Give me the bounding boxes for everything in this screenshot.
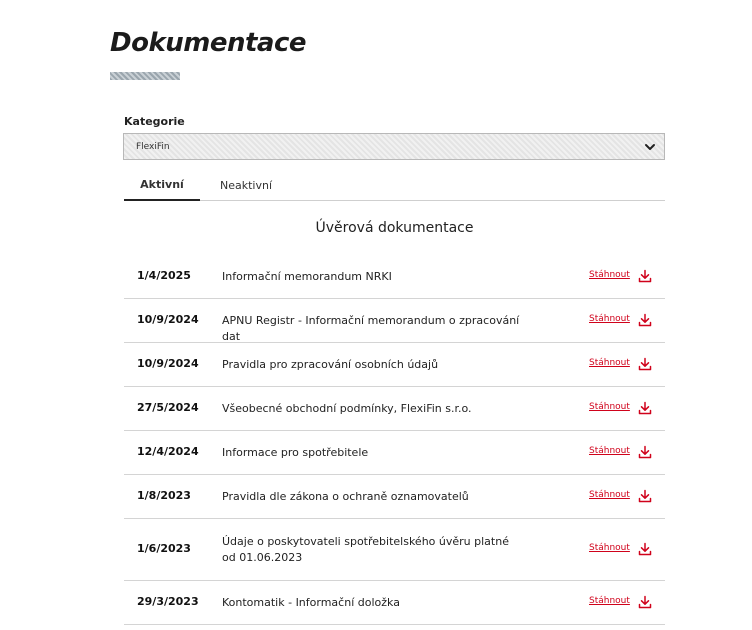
section-title: Úvěrová dokumentace [315, 220, 474, 236]
download-link[interactable]: Stáhnout [589, 446, 630, 456]
chevron-down-icon [645, 144, 655, 150]
document-row: 27/5/2024 Všeobecné obchodní podmínky, Fl… [124, 387, 665, 431]
document-date: 12/4/2024 [137, 445, 199, 458]
document-row: 29/3/2023 Kontomatik - Informační doložka… [124, 581, 665, 625]
download-link[interactable]: Stáhnout [589, 543, 630, 553]
document-name: Informace pro spotřebitele [222, 446, 369, 459]
status-tabs: Aktivní Neaktivní [124, 170, 665, 201]
tab-active[interactable]: Aktivní [124, 170, 200, 201]
download-link[interactable]: Stáhnout [589, 490, 630, 500]
document-date: 29/3/2023 [137, 595, 199, 608]
document-date: 1/8/2023 [137, 489, 191, 502]
document-name: Údaje o poskytovateli spotřebitelského ú… [222, 535, 509, 564]
document-date: 10/9/2024 [137, 357, 199, 370]
download-link[interactable]: Stáhnout [589, 270, 630, 280]
document-row: 1/6/2023 Údaje o poskytovateli spotřebite… [124, 519, 665, 581]
document-row: 10/9/2024 APNU Registr - Informační memor… [124, 299, 665, 343]
download-link[interactable]: Stáhnout [589, 358, 630, 368]
download-icon[interactable] [638, 595, 652, 609]
document-row: 1/8/2023 Pravidla dle zákona o ochraně oz… [124, 475, 665, 519]
download-link[interactable]: Stáhnout [589, 402, 630, 412]
download-icon[interactable] [638, 313, 652, 327]
category-label: Kategorie [124, 115, 185, 128]
document-row: 10/9/2024 Pravidla pro zpracování osobníc… [124, 343, 665, 387]
document-name: Informační memorandum NRKI [222, 270, 392, 283]
download-icon[interactable] [638, 489, 652, 503]
download-icon[interactable] [638, 401, 652, 415]
page-title: Dokumentace [110, 28, 307, 58]
download-link[interactable]: Stáhnout [589, 596, 630, 606]
document-date: 1/4/2025 [137, 269, 191, 282]
download-icon[interactable] [638, 357, 652, 371]
category-select[interactable]: FlexiFin [123, 133, 665, 160]
document-date: 10/9/2024 [137, 313, 199, 326]
download-icon[interactable] [638, 542, 652, 556]
tab-inactive[interactable]: Neaktivní [208, 170, 284, 201]
document-row: 12/4/2024 Informace pro spotřebitele Stáhn… [124, 431, 665, 475]
document-date: 27/5/2024 [137, 401, 199, 414]
title-underline [110, 72, 180, 80]
document-list: 1/4/2025 Informační memorandum NRKI Stáhno… [124, 255, 665, 625]
category-select-value: FlexiFin [136, 141, 170, 152]
download-icon[interactable] [638, 269, 652, 283]
document-name: Kontomatik - Informační doložka [222, 596, 400, 609]
document-name: Všeobecné obchodní podmínky, FlexiFin s.… [222, 402, 472, 415]
document-row: 1/4/2025 Informační memorandum NRKI Stáhno… [124, 255, 665, 299]
document-name: Pravidla pro zpracování osobních údajů [222, 358, 439, 371]
document-name: APNU Registr - Informační memorandum o z… [222, 314, 520, 343]
download-icon[interactable] [638, 445, 652, 459]
download-link[interactable]: Stáhnout [589, 314, 630, 324]
document-date: 1/6/2023 [137, 542, 191, 555]
document-name: Pravidla dle zákona o ochraně oznamovate… [222, 490, 469, 503]
